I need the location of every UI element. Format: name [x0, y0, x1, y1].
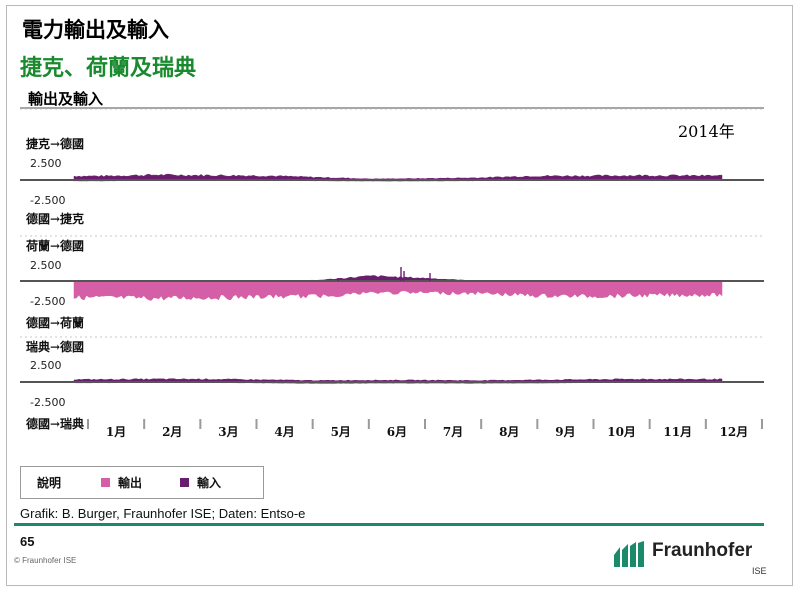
- legend-title: 說明: [37, 476, 62, 490]
- legend-label-import: 輸入: [197, 476, 222, 490]
- ytick-label: 2.500: [30, 157, 62, 170]
- ytick-label: -2.500: [30, 295, 65, 308]
- month-label: 12月: [720, 425, 749, 439]
- panel-top-label: 瑞典→德國: [26, 339, 84, 354]
- legend-label-export: 輸出: [118, 476, 143, 490]
- legend: 說明 輸出 輸入: [20, 466, 264, 499]
- panel-top-label: 荷蘭→德國: [25, 238, 84, 253]
- month-label: 1月: [106, 425, 126, 439]
- export-area-series: [73, 280, 723, 301]
- ytick-label: 2.500: [30, 359, 62, 372]
- panel-top-label: 捷克→德國: [26, 136, 84, 151]
- panel-bottom-label: 德國→捷克: [26, 211, 84, 226]
- month-label: 9月: [555, 425, 575, 439]
- page-number: 65: [20, 534, 35, 549]
- month-label: 6月: [387, 425, 407, 439]
- panel-bottom-label: 德國→荷蘭: [26, 315, 84, 330]
- chart-area: 捷克→德國德國→捷克 2.500 -2.500 荷蘭→德國德國→荷蘭 2.500 -2.5…: [20, 107, 764, 439]
- ytick-label: -2.500: [30, 396, 65, 409]
- footer-divider: [14, 523, 764, 526]
- month-label: 4月: [274, 425, 294, 439]
- month-label: 8月: [499, 425, 519, 439]
- legend-swatch-import: [180, 478, 190, 487]
- panel-bottom-label: 德國→瑞典: [26, 416, 84, 431]
- ytick-label: -2.500: [30, 194, 65, 207]
- month-label: 2月: [162, 425, 182, 439]
- month-label: 5月: [331, 425, 351, 439]
- ytick-label: 2.500: [30, 259, 62, 272]
- brand-name: Fraunhofer: [652, 540, 753, 561]
- month-label: 10月: [607, 425, 636, 439]
- brand-unit: ISE: [752, 566, 767, 576]
- fraunhofer-logo: Fraunhofer ISE: [614, 540, 774, 580]
- month-label: 3月: [218, 425, 238, 439]
- copyright: © Fraunhofer ISE: [14, 556, 77, 565]
- month-label: 11月: [663, 425, 692, 439]
- source-credit: Grafik: B. Burger, Fraunhofer ISE; Daten…: [20, 506, 306, 521]
- month-label: 7月: [443, 425, 463, 439]
- legend-swatch-export: [101, 478, 111, 487]
- fraunhofer-logo-icon: [614, 541, 644, 567]
